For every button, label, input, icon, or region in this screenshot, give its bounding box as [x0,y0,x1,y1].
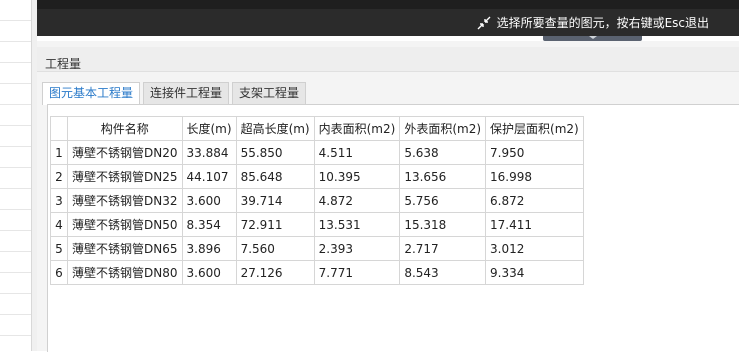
table-row[interactable]: 5 薄壁不锈钢管DN65 3.896 7.560 2.393 2.717 3.0… [50,236,584,261]
top-toolbar-strip [37,0,739,9]
quantity-panel: 工程量 图元基本工程量 连接件工程量 支架工程量 构件名称 长度(m) 超高长度… [37,41,739,352]
cell-over-length[interactable]: 72.911 [235,212,315,237]
cell-protect-area[interactable]: 17.411 [485,212,584,237]
table-header-row: 构件名称 长度(m) 超高长度(m) 内表面积(m2) 外表面积(m2) 保护层… [50,116,584,141]
chevron-down-icon [589,36,597,39]
cell-protect-area[interactable]: 16.998 [485,164,584,189]
cell-inner-area[interactable]: 7.771 [313,260,401,285]
cell-protect-area[interactable]: 6.872 [485,188,584,213]
cell-outer-area[interactable]: 5.638 [399,140,487,165]
cell-protect-area[interactable]: 7.950 [485,140,584,165]
cell-outer-area[interactable]: 13.656 [399,164,487,189]
tab-support-quantity[interactable]: 支架工程量 [232,82,307,104]
column-header-length[interactable]: 长度(m) [181,116,237,141]
tab-content: 构件名称 长度(m) 超高长度(m) 内表面积(m2) 外表面积(m2) 保护层… [47,104,739,352]
row-index: 4 [50,212,68,237]
cell-outer-area[interactable]: 2.717 [399,236,487,261]
column-header-protect-area[interactable]: 保护层面积(m2) [485,116,584,141]
row-index: 2 [50,164,68,189]
cell-protect-area[interactable]: 9.334 [485,260,584,285]
row-index: 1 [50,140,68,165]
cell-over-length[interactable]: 39.714 [235,188,315,213]
selection-hint-text: 选择所要查量的图元，按右键或Esc退出 [496,16,709,30]
cell-length[interactable]: 8.354 [181,212,237,237]
table-row[interactable]: 1 薄壁不锈钢管DN20 33.884 55.850 4.511 5.638 7… [50,140,584,165]
cell-over-length[interactable]: 85.648 [235,164,315,189]
cell-name[interactable]: 薄壁不锈钢管DN80 [67,260,183,285]
cell-over-length[interactable]: 55.850 [235,140,315,165]
cell-inner-area[interactable]: 2.393 [313,236,401,261]
quantity-table: 构件名称 长度(m) 超高长度(m) 内表面积(m2) 外表面积(m2) 保护层… [50,116,584,285]
cell-name[interactable]: 薄壁不锈钢管DN32 [67,188,183,213]
table-row[interactable]: 4 薄壁不锈钢管DN50 8.354 72.911 13.531 15.318 … [50,212,584,237]
cell-inner-area[interactable]: 10.395 [313,164,401,189]
cell-length[interactable]: 33.884 [181,140,237,165]
cell-name[interactable]: 薄壁不锈钢管DN65 [67,236,183,261]
selection-hint: 选择所要查量的图元，按右键或Esc退出 [477,14,709,31]
panel-title: 工程量 [45,57,82,71]
cell-inner-area[interactable]: 13.531 [313,212,401,237]
cell-name[interactable]: 薄壁不锈钢管DN50 [67,212,183,237]
row-index: 5 [50,236,68,261]
cell-inner-area[interactable]: 4.511 [313,140,401,165]
cell-over-length[interactable]: 7.560 [235,236,315,261]
panel-title-bar [37,47,739,72]
cell-length[interactable]: 3.600 [181,260,237,285]
tab-connector-quantity[interactable]: 连接件工程量 [143,82,230,104]
column-header-inner-area[interactable]: 内表面积(m2) [313,116,401,141]
row-index: 3 [50,188,68,213]
cell-over-length[interactable]: 27.126 [235,260,315,285]
table-corner-cell [50,116,68,141]
column-header-outer-area[interactable]: 外表面积(m2) [399,116,487,141]
panel-tabs: 图元基本工程量 连接件工程量 支架工程量 [42,82,307,105]
cell-length[interactable]: 3.896 [181,236,237,261]
table-row[interactable]: 6 薄壁不锈钢管DN80 3.600 27.126 7.771 8.543 9.… [50,260,584,285]
left-grid-strip [0,0,32,351]
table-row[interactable]: 2 薄壁不锈钢管DN25 44.107 85.648 10.395 13.656… [50,164,584,189]
cell-name[interactable]: 薄壁不锈钢管DN20 [67,140,183,165]
tab-basic-quantity[interactable]: 图元基本工程量 [42,82,141,105]
cell-protect-area[interactable]: 3.012 [485,236,584,261]
cell-outer-area[interactable]: 5.756 [399,188,487,213]
cell-outer-area[interactable]: 15.318 [399,212,487,237]
column-header-over-length[interactable]: 超高长度(m) [235,116,315,141]
cell-inner-area[interactable]: 4.872 [313,188,401,213]
shrink-arrows-icon [477,16,491,30]
column-header-name[interactable]: 构件名称 [67,116,183,141]
row-index: 6 [50,260,68,285]
cell-name[interactable]: 薄壁不锈钢管DN25 [67,164,183,189]
top-toolbar: 选择所要查量的图元，按右键或Esc退出 [37,0,739,36]
cell-outer-area[interactable]: 8.543 [399,260,487,285]
cell-length[interactable]: 3.600 [181,188,237,213]
table-row[interactable]: 3 薄壁不锈钢管DN32 3.600 39.714 4.872 5.756 6.… [50,188,584,213]
cell-length[interactable]: 44.107 [181,164,237,189]
